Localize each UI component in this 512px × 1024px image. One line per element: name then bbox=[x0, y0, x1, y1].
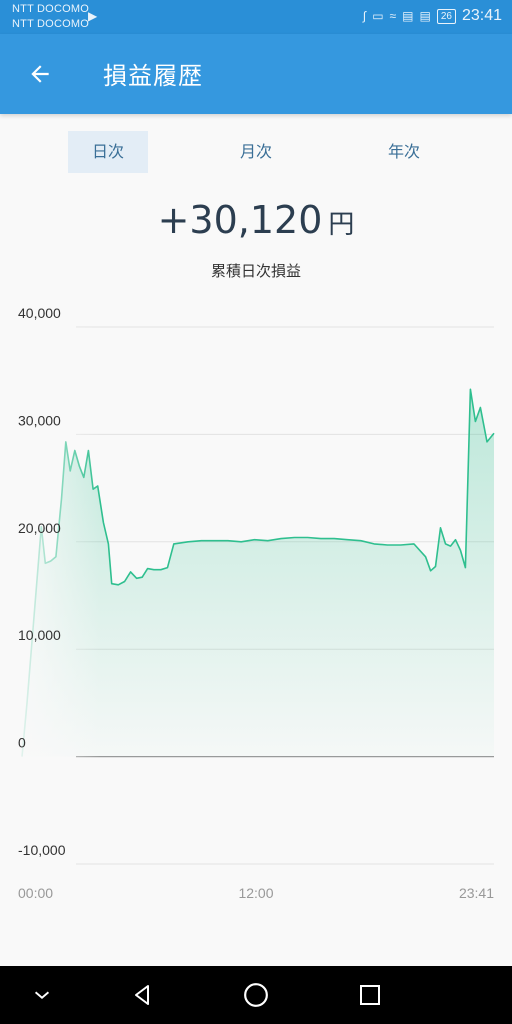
nav-recents-button[interactable] bbox=[350, 975, 390, 1015]
nav-home-button[interactable] bbox=[236, 975, 276, 1015]
profit-chart: 40,000 30,000 20,000 10,000 0 -10,000 00:00 12:… bbox=[18, 305, 495, 901]
signal-icon-2: ▤ bbox=[419, 9, 431, 23]
tab-monthly[interactable]: 月次 bbox=[216, 131, 296, 173]
page-title: 損益履歴 bbox=[103, 62, 203, 90]
carrier-network-icon: ▶ bbox=[88, 9, 98, 23]
y-tick-label: 20,000 bbox=[18, 520, 61, 536]
x-tick-label: 00:00 bbox=[18, 885, 53, 901]
x-tick-label: 23:41 bbox=[459, 885, 494, 901]
back-button[interactable] bbox=[20, 52, 60, 96]
carrier-label-2: NTT DOCOMO bbox=[12, 18, 89, 30]
y-tick-label: 0 bbox=[18, 735, 26, 751]
vibrate-icon: ▭ bbox=[372, 9, 384, 23]
status-time: 23:41 bbox=[461, 7, 502, 24]
x-tick-label: 12:00 bbox=[238, 885, 273, 901]
tab-yearly[interactable]: 年次 bbox=[364, 131, 444, 173]
y-tick-label: 40,000 bbox=[18, 305, 61, 321]
carrier-label-1: NTT DOCOMO bbox=[12, 3, 89, 15]
chevron-down-icon bbox=[34, 991, 50, 999]
period-tabs: 日次 月次 年次 bbox=[0, 131, 512, 173]
back-triangle-icon bbox=[135, 985, 149, 1005]
y-tick-label: -10,000 bbox=[18, 842, 66, 858]
system-nav-bar bbox=[0, 966, 512, 1024]
left-fade-overlay bbox=[20, 327, 100, 759]
nav-back-button[interactable] bbox=[122, 975, 162, 1015]
battery-icon: 26 bbox=[436, 8, 456, 24]
status-icons: ∫ ▭ ≈ ▤ ▤ 26 23:41 bbox=[363, 7, 502, 25]
total-label: 累積日次損益 bbox=[210, 262, 301, 280]
bluetooth-icon: ∫ bbox=[362, 9, 367, 23]
arrow-left-icon bbox=[31, 65, 49, 83]
total-amount: +30,120 bbox=[157, 198, 323, 242]
y-tick-label: 30,000 bbox=[18, 412, 61, 428]
total-profit: +30,120 円 bbox=[0, 198, 512, 242]
status-bar: NTT DOCOMO NTT DOCOMO ▶ ∫ ▭ ≈ ▤ ▤ 26 23:… bbox=[0, 0, 512, 34]
recents-square-icon bbox=[360, 985, 380, 1005]
home-circle-icon bbox=[244, 983, 268, 1007]
signal-icon-1: ▤ bbox=[402, 9, 414, 23]
wifi-icon: ≈ bbox=[389, 9, 397, 23]
tab-daily[interactable]: 日次 bbox=[68, 131, 148, 173]
y-tick-label: 10,000 bbox=[18, 627, 61, 643]
nav-collapse-button[interactable] bbox=[22, 975, 62, 1015]
total-unit: 円 bbox=[328, 210, 355, 240]
app-bar: 損益履歴 bbox=[0, 34, 512, 114]
